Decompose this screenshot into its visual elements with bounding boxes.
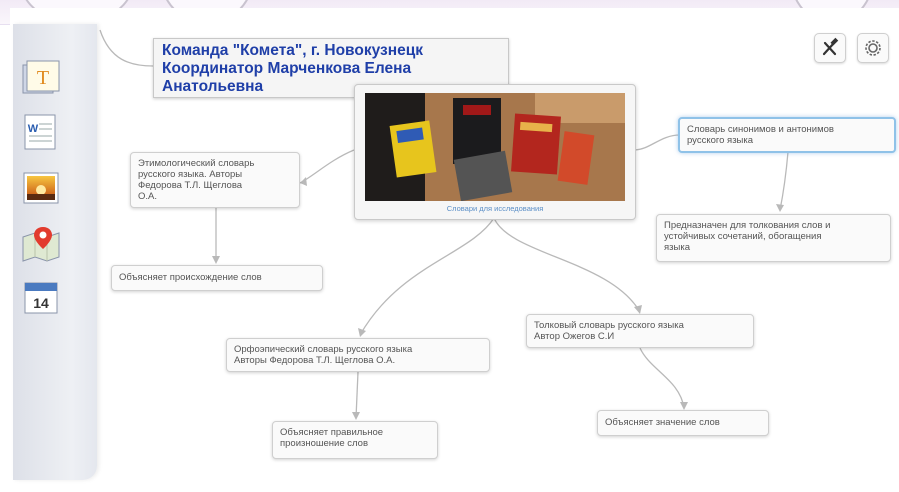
node-explanatory[interactable]: Толковый словарь русского языка Автор Ож… xyxy=(526,314,754,348)
node-synonyms-purpose[interactable]: Предназначен для толкования слов и устой… xyxy=(656,214,891,262)
node-explanatory-purpose[interactable]: Объясняет значение слов xyxy=(597,410,769,436)
central-node[interactable]: Словари для исследования xyxy=(354,84,636,220)
image-icon xyxy=(23,172,59,204)
word-document-icon: W xyxy=(24,114,56,150)
dictionaries-photo xyxy=(365,93,625,201)
document-tool-letter: W xyxy=(28,123,39,135)
text-tool-button[interactable]: T xyxy=(19,57,63,97)
tools-button[interactable] xyxy=(814,33,846,63)
node-orthoepic[interactable]: Орфоэпический словарь русского языка Авт… xyxy=(226,338,490,372)
node-etymological-purpose[interactable]: Объясняет происхождение слов xyxy=(111,265,323,291)
map-tool-button[interactable] xyxy=(19,223,63,263)
map-pin-icon xyxy=(22,227,60,262)
calendar-day: 14 xyxy=(33,295,49,311)
calendar-tool-button[interactable]: 14 xyxy=(19,277,63,317)
node-orthoepic-purpose[interactable]: Объясняет правильное произношение слов xyxy=(272,421,438,459)
node-etymological[interactable]: Этимологический словарь русского языка. … xyxy=(130,152,300,208)
hammer-wrench-icon xyxy=(822,37,839,56)
document-tool-button[interactable]: W xyxy=(19,112,63,152)
image-tool-button[interactable] xyxy=(19,168,63,208)
gear-icon xyxy=(865,40,881,56)
settings-button[interactable] xyxy=(857,33,889,63)
text-tool-letter: T xyxy=(37,67,49,89)
left-toolbar: T W 14 xyxy=(13,24,97,480)
text-icon: T xyxy=(22,60,60,94)
node-synonyms[interactable]: Словарь синонимов и антонимов русского я… xyxy=(678,117,896,153)
calendar-icon: 14 xyxy=(24,282,58,314)
central-node-caption: Словари для исследования xyxy=(446,204,544,213)
